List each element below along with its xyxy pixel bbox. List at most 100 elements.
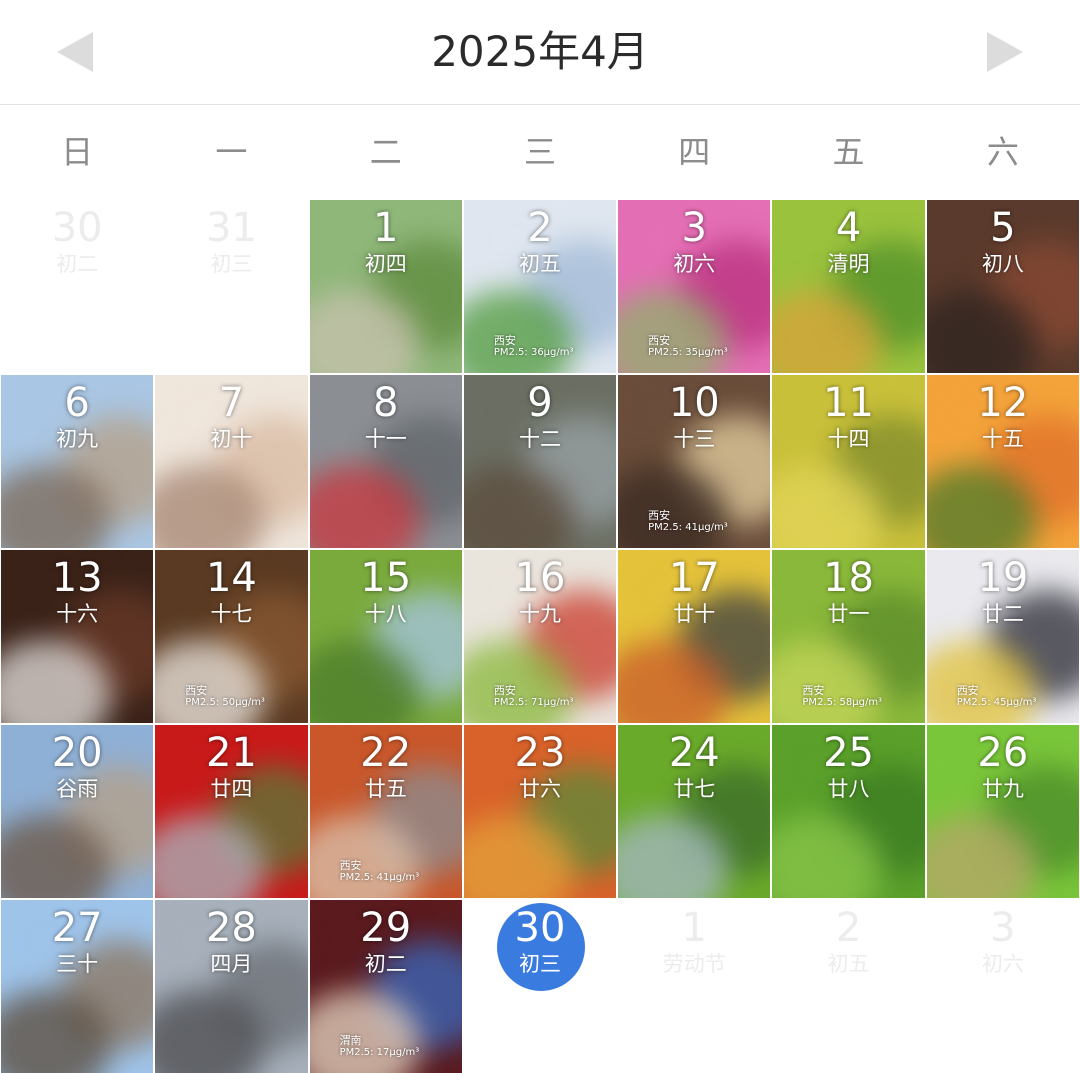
lunar-date-label: 四月	[210, 952, 253, 976]
lunar-date-label: 初六	[673, 252, 716, 276]
day-number: 11	[823, 380, 874, 426]
watermark-city: 渭南	[339, 1034, 362, 1047]
day-number: 9	[527, 380, 553, 426]
photo-watermark: 西安 PM2.5: 41μg/m³	[648, 510, 728, 534]
lunar-date-label: 初九	[56, 427, 99, 451]
photo-watermark: 渭南 PM2.5: 17μg/m³	[340, 1035, 420, 1059]
lunar-date-label: 初四	[364, 252, 407, 276]
photo-watermark: 西安 PM2.5: 71μg/m³	[494, 685, 574, 709]
lunar-date-label: 廿二	[981, 602, 1024, 626]
day-number: 20	[51, 730, 103, 776]
day-cell[interactable]: 16 十九 西安 PM2.5: 71μg/m³	[462, 549, 618, 724]
next-month-icon[interactable]	[985, 30, 1025, 74]
day-cell[interactable]: 2 初五西安 PM2.5: 36μg/m³	[462, 199, 618, 374]
day-number: 30	[514, 905, 566, 951]
day-cell[interactable]: 23 廿六	[462, 724, 618, 899]
day-number: 15	[360, 555, 412, 601]
day-cell[interactable]: 20 谷雨	[0, 724, 155, 899]
day-cell[interactable]: 11 十四	[771, 374, 926, 549]
day-cell[interactable]: 22 廿五 西安 PM2.5: 41μg/m³	[308, 724, 463, 899]
weekday-label-tue: 二	[369, 133, 402, 171]
day-cell[interactable]: 1 劳动节	[617, 899, 772, 1073]
watermark-pm25: PM2.5: 58μg/m³	[802, 697, 883, 708]
watermark-pm25: PM2.5: 50μg/m³	[185, 697, 265, 708]
photo-watermark: 西安 PM2.5: 36μg/m³	[494, 335, 574, 359]
photo-watermark: 西安 PM2.5: 50μg/m³	[185, 685, 265, 709]
photo-watermark: 西安 PM2.5: 58μg/m³	[802, 685, 882, 709]
lunar-date-label: 十七	[210, 602, 253, 626]
watermark-pm25: PM2.5: 41μg/m³	[339, 872, 420, 883]
day-number: 25	[823, 730, 874, 776]
day-number: 17	[668, 555, 720, 601]
lunar-date-label: 劳动节	[662, 952, 726, 976]
day-cell[interactable]: 19 廿二 西安 PM2.5: 45μg/m³	[925, 549, 1080, 724]
day-cell[interactable]: 18 廿一 西安 PM2.5: 58μg/m³	[771, 549, 926, 724]
day-cell[interactable]: 4 清明	[771, 199, 926, 374]
lunar-date-label: 初五	[518, 252, 561, 276]
day-cell[interactable]: 28 四月	[154, 899, 309, 1073]
watermark-city: 西安	[339, 859, 362, 872]
day-cell[interactable]: 15 十八	[308, 549, 463, 724]
lunar-date-label: 初三	[210, 252, 253, 276]
day-number: 4	[835, 205, 862, 251]
lunar-date-label: 三十	[56, 952, 99, 976]
day-number: 29	[360, 905, 412, 951]
watermark-city: 西安	[493, 334, 516, 347]
lunar-date-label: 廿四	[210, 777, 253, 801]
day-cell[interactable]: 1 初四	[308, 199, 463, 374]
day-cell[interactable]: 21 廿四	[154, 724, 309, 899]
weekday-header-row: 日 一 二 三 四 五 六	[0, 120, 1080, 184]
photo-watermark: 西安 PM2.5: 41μg/m³	[340, 860, 420, 884]
day-cell[interactable]: 29 初二 渭南 PM2.5: 17μg/m³	[308, 899, 463, 1073]
day-number: 13	[51, 555, 103, 601]
day-cell[interactable]: 13 十六	[0, 549, 155, 724]
day-cell[interactable]: 2 初五	[771, 899, 926, 1073]
watermark-pm25: PM2.5: 36μg/m³	[493, 347, 574, 358]
day-number: 2	[527, 205, 553, 251]
day-cell[interactable]: 3 初六 西安 PM2.5: 35μg/m³	[617, 199, 772, 374]
watermark-pm25: PM2.5: 41μg/m³	[648, 522, 728, 533]
day-cell[interactable]: 14 十七西安 PM2.5: 50μg/m³	[154, 549, 309, 724]
day-cell[interactable]: 7 初十	[154, 374, 309, 549]
day-number: 22	[360, 730, 412, 776]
day-number: 30	[51, 205, 103, 251]
lunar-date-label: 十三	[673, 427, 716, 451]
day-cell[interactable]: 17 廿十	[617, 549, 772, 724]
month-title[interactable]: 2025年4月	[0, 24, 1080, 80]
day-cell[interactable]: 31 初三	[154, 199, 309, 374]
day-cell[interactable]: 12 十五	[925, 374, 1080, 549]
day-cell[interactable]: 27 三十	[0, 899, 155, 1073]
day-number: 23	[514, 730, 566, 776]
day-number: 1	[372, 205, 399, 251]
day-number: 8	[372, 380, 399, 426]
lunar-date-label: 初三	[518, 952, 561, 976]
day-number: 1	[681, 905, 707, 951]
weekday-label-fri: 五	[832, 133, 865, 171]
day-cell[interactable]: 6 初九	[0, 374, 155, 549]
day-number: 3	[990, 905, 1016, 951]
watermark-city: 西安	[648, 509, 671, 522]
weekday-label-thu: 四	[678, 133, 711, 171]
lunar-date-label: 初二	[56, 252, 99, 276]
calendar-header: 2025年4月	[0, 0, 1080, 105]
day-cell[interactable]: 3 初六	[925, 899, 1080, 1073]
day-cell[interactable]: 25 廿八	[771, 724, 926, 899]
day-cell[interactable]: 24 廿七	[617, 724, 772, 899]
day-cell[interactable]: 8 十一	[308, 374, 463, 549]
lunar-date-label: 十九	[518, 602, 561, 626]
day-number: 31	[205, 205, 257, 251]
watermark-city: 西安	[648, 334, 671, 347]
day-number: 14	[205, 555, 257, 601]
weekday-label-mon: 一	[215, 133, 248, 171]
day-cell[interactable]: 30 初三	[462, 899, 618, 1073]
day-cell[interactable]: 30 初二	[0, 199, 155, 374]
lunar-date-label: 谷雨	[56, 777, 99, 801]
day-cell[interactable]: 9 十二	[462, 374, 618, 549]
weekday-label-wed: 三	[523, 133, 556, 171]
day-cell[interactable]: 10 十三 西安 PM2.5: 41μg/m³	[617, 374, 772, 549]
lunar-date-label: 十一	[364, 427, 407, 451]
day-cell[interactable]: 5 初八	[925, 199, 1080, 374]
watermark-city: 西安	[493, 684, 516, 697]
day-cell[interactable]: 26 廿九	[925, 724, 1080, 899]
lunar-date-label: 十二	[518, 427, 561, 451]
